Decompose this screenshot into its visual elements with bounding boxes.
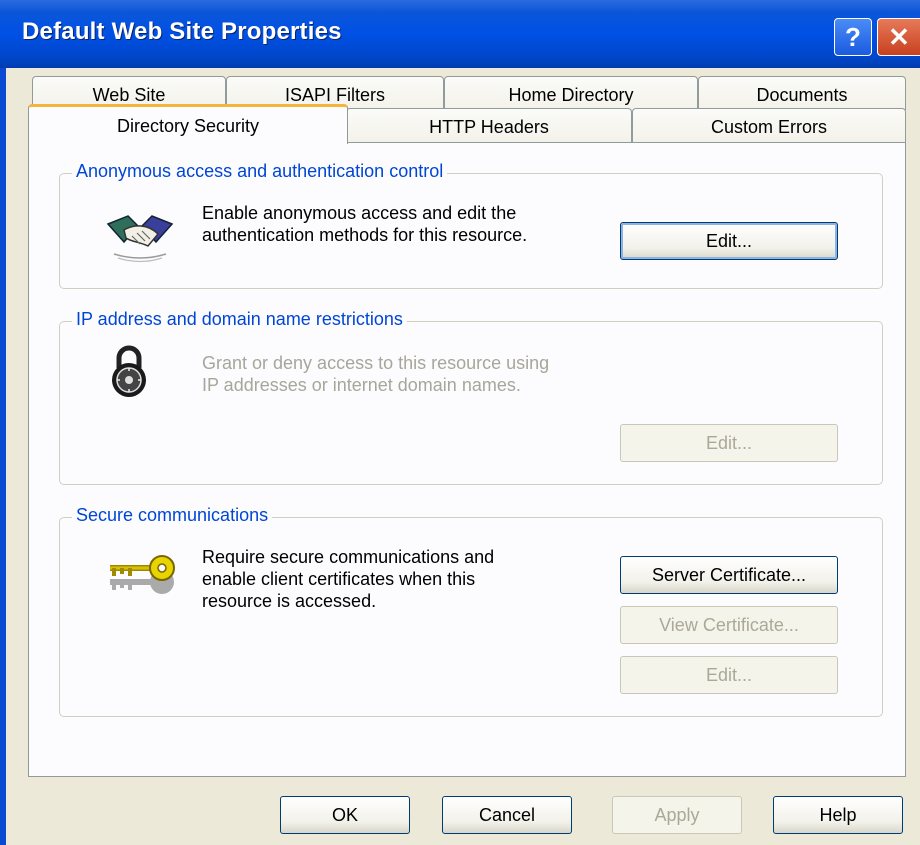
secure-communications-line-2: enable client certificates when this [202, 569, 476, 589]
ok-button[interactable]: OK [280, 796, 410, 834]
secure-communications-line-1: Require secure communications and [202, 547, 495, 567]
anonymous-access-description: Enable anonymous access and edit the aut… [202, 202, 527, 246]
cancel-button[interactable]: Cancel [442, 796, 572, 834]
ip-restrictions-description: Grant or deny access to this resource us… [202, 352, 549, 396]
tab-directory-security[interactable]: Directory Security [28, 104, 348, 144]
key-icon [110, 555, 175, 594]
apply-button[interactable]: Apply [612, 796, 742, 834]
tab-http-headers[interactable]: HTTP Headers [346, 108, 632, 142]
dialog-window: Default Web Site Properties ? ✕ Web Site… [0, 0, 920, 845]
close-button[interactable]: ✕ [877, 18, 920, 56]
combination-lock-icon [112, 345, 146, 397]
window-frame [0, 68, 6, 845]
secure-communications-description: Require secure communications and enable… [202, 546, 494, 612]
tab-custom-errors[interactable]: Custom Errors [632, 108, 906, 142]
anonymous-edit-button[interactable]: Edit... [620, 222, 838, 260]
secure-edit-button[interactable]: Edit... [620, 656, 838, 694]
help-title-button[interactable]: ? [834, 18, 872, 56]
ip-restrictions-line-1: Grant or deny access to this resource us… [202, 353, 550, 373]
view-certificate-button[interactable]: View Certificate... [620, 606, 838, 644]
server-certificate-button[interactable]: Server Certificate... [620, 556, 838, 594]
tab-panel-directory-security: Anonymous access and authentication cont… [28, 142, 906, 777]
tab-home-directory[interactable]: Home Directory [444, 76, 698, 110]
anonymous-access-group: Anonymous access and authentication cont… [59, 161, 883, 289]
ip-edit-button[interactable]: Edit... [620, 424, 838, 462]
close-icon: ✕ [888, 21, 910, 52]
help-icon: ? [845, 21, 861, 52]
anonymous-access-line-2: authentication methods for this resource… [202, 225, 528, 245]
handshake-icon [106, 215, 174, 263]
help-button[interactable]: Help [773, 796, 903, 834]
ip-restrictions-line-2: IP addresses or internet domain names. [202, 375, 521, 395]
ip-restrictions-group-title: IP address and domain name restrictions [72, 309, 407, 330]
anonymous-access-line-1: Enable anonymous access and edit the [202, 203, 517, 223]
secure-communications-line-3: resource is accessed. [202, 591, 377, 611]
ip-restrictions-group: IP address and domain name restrictions … [59, 309, 883, 485]
secure-communications-group-title: Secure communications [72, 505, 273, 526]
tab-documents[interactable]: Documents [698, 76, 906, 110]
title-bar[interactable]: Default Web Site Properties ? ✕ [0, 0, 920, 68]
window-title: Default Web Site Properties [22, 18, 342, 45]
anonymous-access-group-title: Anonymous access and authentication cont… [72, 161, 448, 182]
secure-communications-group: Secure communications Require secure com… [59, 505, 883, 717]
